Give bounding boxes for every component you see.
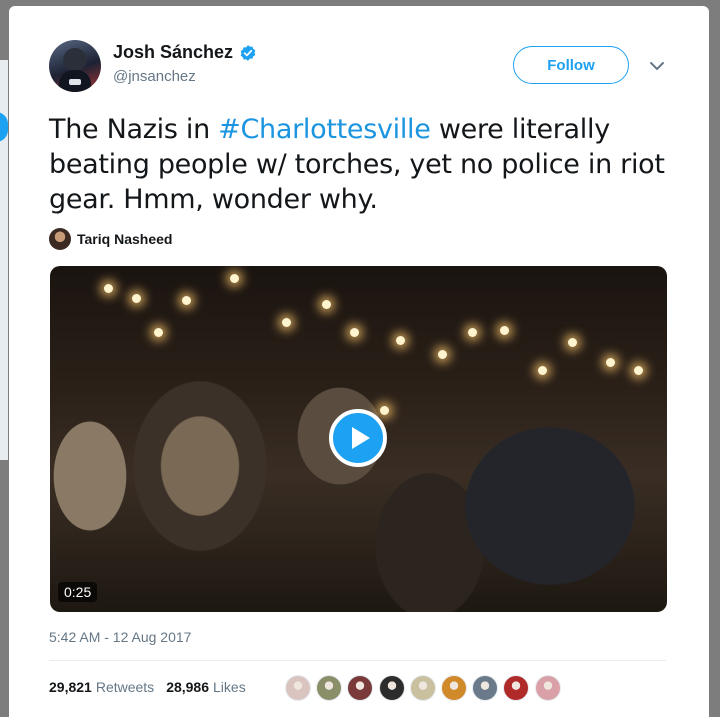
liker-avatar[interactable]: [316, 675, 343, 701]
torch-light: [468, 328, 477, 337]
retweets-label[interactable]: Retweets: [96, 679, 154, 695]
torch-light: [396, 336, 405, 345]
torch-light: [154, 328, 163, 337]
author-name[interactable]: Josh Sánchez: [113, 42, 233, 63]
tweet-card: Josh Sánchez @jnsanchez Follow The Nazis…: [9, 6, 709, 717]
tweet-text-part: The Nazis in: [49, 114, 219, 145]
liker-avatar[interactable]: [409, 675, 436, 701]
author-handle[interactable]: @jnsanchez: [113, 68, 196, 85]
credit-name: Tariq Nasheed: [77, 231, 173, 247]
verified-badge-icon: [240, 44, 256, 61]
torch-light: [104, 284, 113, 293]
liker-avatars: [285, 675, 566, 701]
torch-light: [606, 358, 615, 367]
torch-light: [282, 318, 291, 327]
background-tab-indicator: [0, 112, 8, 142]
video-credit[interactable]: Tariq Nasheed: [49, 228, 172, 250]
video-player[interactable]: 0:25: [50, 266, 667, 612]
retweets-count[interactable]: 29,821: [49, 679, 92, 695]
torch-light: [230, 274, 239, 283]
follow-button[interactable]: Follow: [513, 46, 629, 84]
author-name-row: Josh Sánchez: [113, 42, 257, 63]
torch-light: [568, 338, 577, 347]
liker-avatar[interactable]: [534, 675, 561, 701]
tweet-text: The Nazis in #Charlottesville were liter…: [49, 112, 669, 217]
likes-label[interactable]: Likes: [213, 679, 246, 695]
liker-avatar[interactable]: [503, 675, 530, 701]
tweet-stats: 29,821 Retweets 28,986 Likes: [49, 679, 246, 695]
torch-light: [634, 366, 643, 375]
background-timeline-strip: [0, 60, 8, 460]
liker-avatar[interactable]: [378, 675, 405, 701]
video-duration: 0:25: [58, 582, 98, 602]
liker-avatar[interactable]: [347, 675, 374, 701]
likes-count[interactable]: 28,986: [166, 679, 209, 695]
chevron-down-icon[interactable]: [649, 60, 665, 72]
torch-light: [538, 366, 547, 375]
author-avatar[interactable]: [49, 40, 101, 92]
play-button[interactable]: [329, 409, 387, 467]
torch-light: [182, 296, 191, 305]
torch-light: [322, 300, 331, 309]
torch-light: [380, 406, 389, 415]
torch-light: [132, 294, 141, 303]
credit-avatar: [49, 228, 71, 250]
torch-light: [350, 328, 359, 337]
avatar-figure: [59, 70, 91, 92]
divider: [49, 660, 666, 661]
torch-light: [500, 326, 509, 335]
liker-avatar[interactable]: [285, 675, 311, 701]
hashtag-link[interactable]: #Charlottesville: [218, 114, 431, 145]
liker-avatar[interactable]: [472, 675, 499, 701]
torch-light: [438, 350, 447, 359]
tweet-timestamp[interactable]: 5:42 AM - 12 Aug 2017: [49, 629, 191, 645]
liker-avatar[interactable]: [440, 675, 467, 701]
